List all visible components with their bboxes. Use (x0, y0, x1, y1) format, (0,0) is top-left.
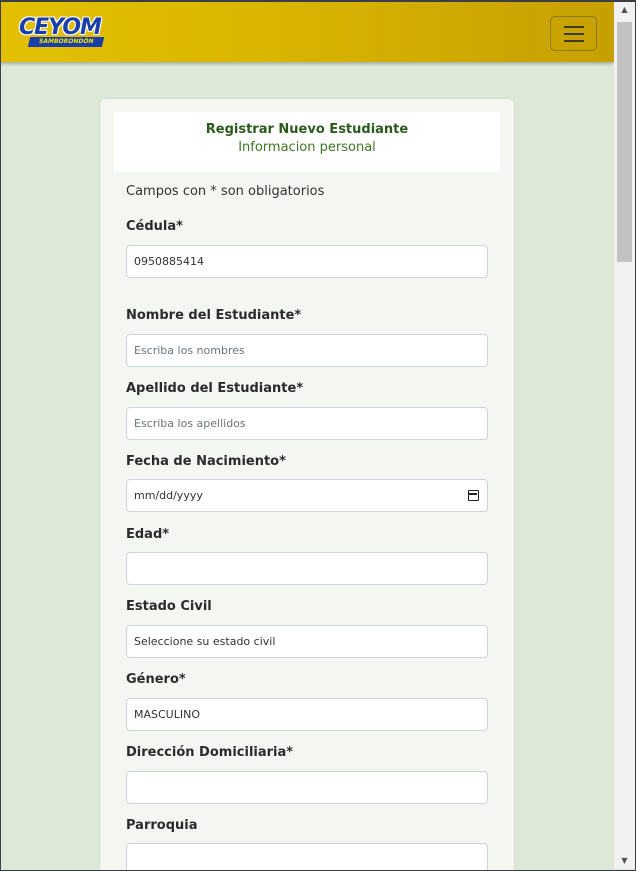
edad-label: Edad* (126, 527, 170, 542)
required-fields-note: Campos con * son obligatorios (126, 184, 325, 199)
form-subtitle: Informacion personal (238, 140, 376, 155)
scroll-down-arrow-icon[interactable]: ▼ (614, 853, 635, 869)
brand-logo[interactable]: CEYOM SAMBORONDÓN (17, 15, 107, 49)
navbar: CEYOM SAMBORONDÓN (0, 2, 614, 62)
apellido-label: Apellido del Estudiante* (126, 381, 304, 396)
fecha-nacimiento-input[interactable]: mm/dd/yyyy (126, 479, 488, 512)
estado-civil-label: Estado Civil (126, 599, 212, 614)
apellido-input[interactable]: Escriba los apellidos (126, 407, 488, 440)
nombre-placeholder: Escriba los nombres (134, 344, 245, 357)
genero-label: Género* (126, 672, 186, 687)
genero-value: MASCULINO (134, 708, 200, 721)
scrollbar-thumb[interactable] (617, 22, 632, 262)
form-header: Registrar Nuevo Estudiante Informacion p… (114, 112, 500, 172)
fecha-label: Fecha de Nacimiento* (126, 454, 286, 469)
calendar-icon[interactable] (468, 490, 479, 501)
menu-bar (563, 25, 584, 28)
fecha-placeholder: mm/dd/yyyy (134, 489, 203, 502)
cedula-label: Cédula* (126, 219, 183, 234)
nombre-label: Nombre del Estudiante* (126, 308, 302, 323)
direccion-input[interactable] (126, 771, 488, 804)
registration-form-card: Registrar Nuevo Estudiante Informacion p… (100, 99, 514, 871)
direccion-label: Dirección Domiciliaria* (126, 745, 294, 760)
hamburger-menu-icon[interactable] (550, 16, 597, 51)
menu-bar (563, 39, 584, 42)
brand-subtitle: SAMBORONDÓN (27, 37, 105, 47)
genero-select[interactable]: MASCULINO (126, 698, 488, 731)
menu-bar (563, 32, 584, 35)
cedula-input[interactable]: 0950885414 (126, 245, 488, 278)
form-title: Registrar Nuevo Estudiante (205, 122, 409, 137)
parroquia-input[interactable] (126, 843, 488, 871)
parroquia-label: Parroquia (126, 818, 198, 833)
cedula-value: 0950885414 (134, 255, 204, 268)
apellido-placeholder: Escriba los apellidos (134, 417, 246, 430)
nombre-input[interactable]: Escriba los nombres (126, 334, 488, 367)
vertical-scrollbar[interactable]: ▲ ▼ (614, 2, 635, 869)
scroll-up-arrow-icon[interactable]: ▲ (614, 2, 635, 18)
edad-input[interactable] (126, 552, 488, 585)
estado-civil-value: Seleccione su estado civil (134, 635, 276, 648)
estado-civil-select[interactable]: Seleccione su estado civil (126, 625, 488, 658)
